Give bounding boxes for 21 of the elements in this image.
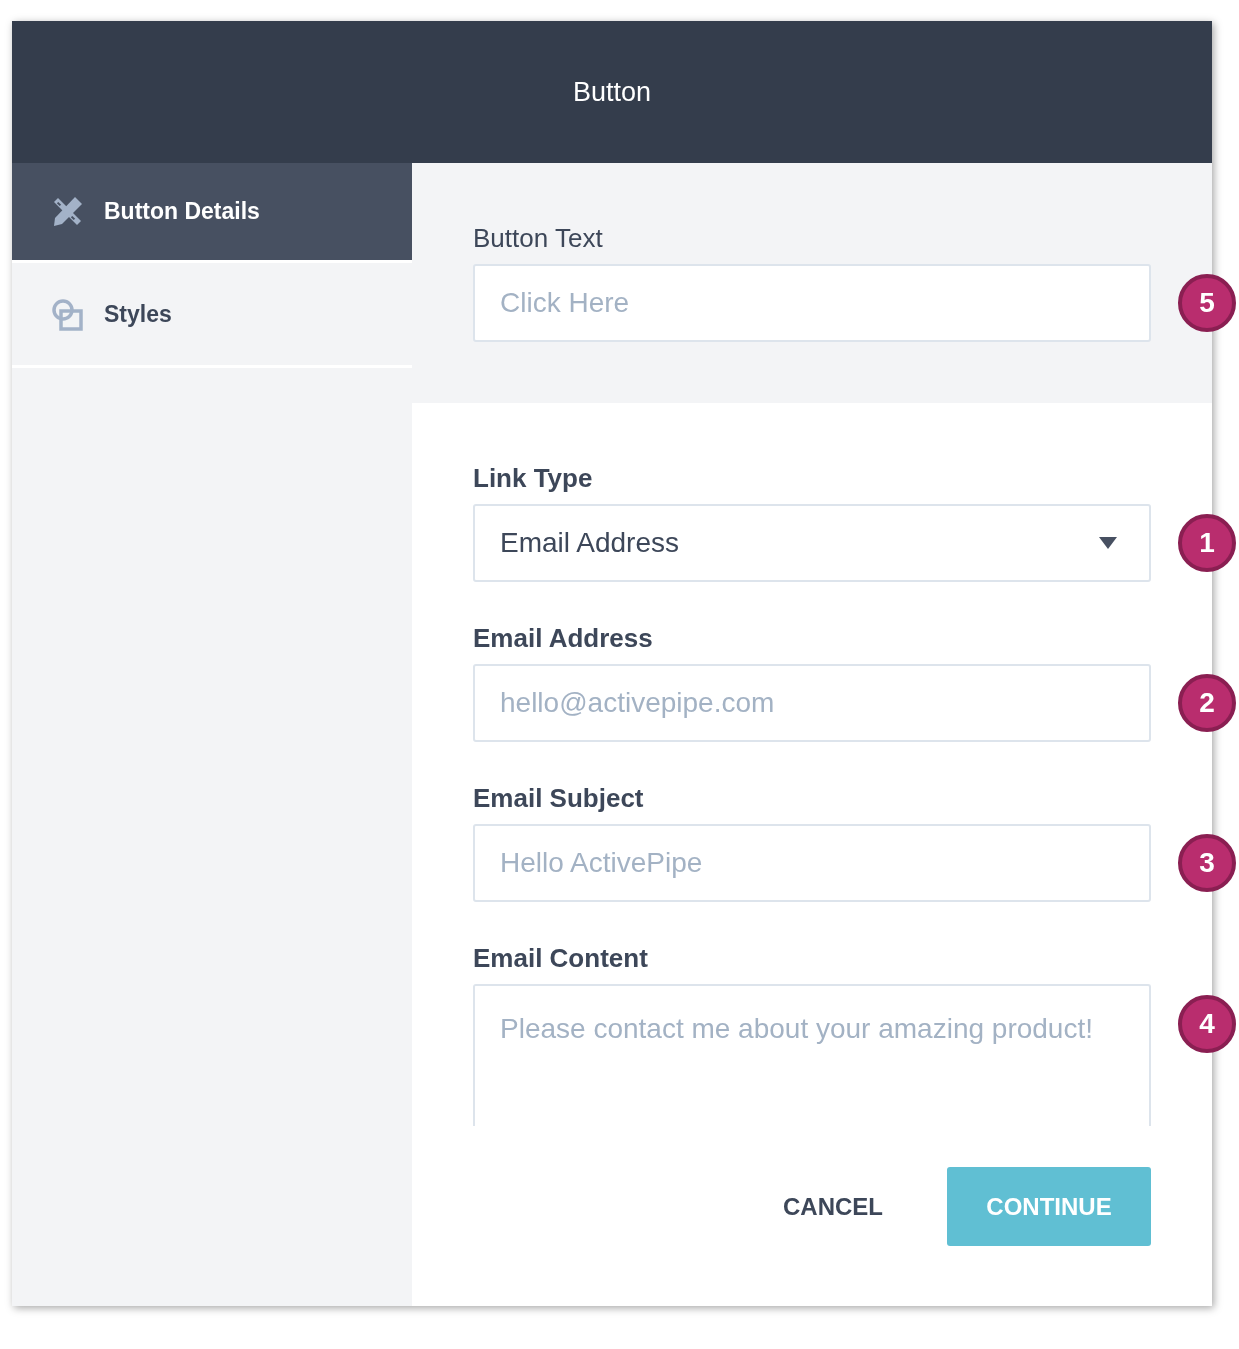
pencil-ruler-icon xyxy=(51,195,84,228)
field-label: Email Address xyxy=(473,623,654,653)
callout-badge: 3 xyxy=(1178,834,1236,892)
field-label: Email Content xyxy=(473,943,649,973)
callout-badge: 4 xyxy=(1178,995,1236,1053)
field-label: Link Type xyxy=(473,463,594,493)
dialog-title: Button xyxy=(572,75,652,109)
callout-badge: 5 xyxy=(1178,274,1236,332)
callout-badge: 2 xyxy=(1178,674,1236,732)
text-field[interactable]: hello@activepipe.com xyxy=(473,664,1151,742)
overlapping-shapes-icon xyxy=(51,297,84,331)
dropdown-caret-icon xyxy=(1099,537,1117,549)
cancel-button[interactable]: CANCEL xyxy=(763,1167,903,1246)
text-field[interactable]: Hello ActivePipe xyxy=(473,824,1151,902)
dropdown[interactable]: Email Address xyxy=(473,504,1151,582)
field-label: Button Text xyxy=(473,223,604,253)
text-field[interactable]: Click Here xyxy=(473,264,1151,342)
field-label: Email Subject xyxy=(473,783,645,813)
sidebar-tab[interactable]: Button Details xyxy=(12,163,412,263)
callout-badge: 1 xyxy=(1178,514,1236,572)
text-area[interactable]: Please contact me about your amazing product! xyxy=(473,984,1151,1126)
